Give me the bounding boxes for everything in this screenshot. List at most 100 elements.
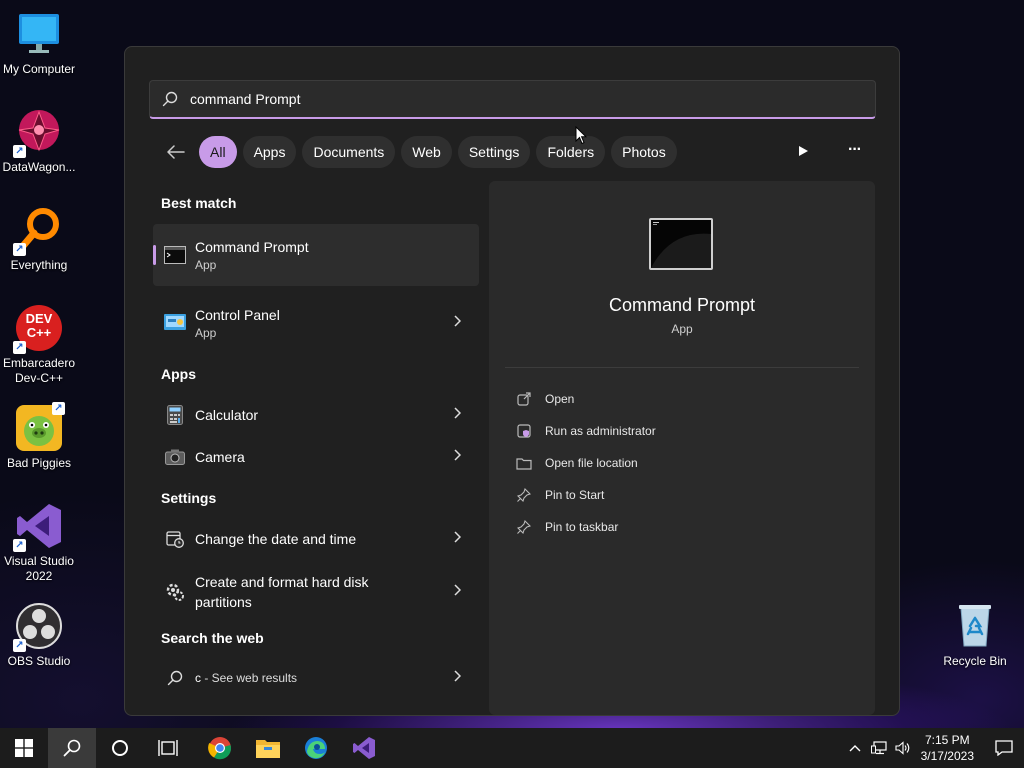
admin-shield-icon bbox=[515, 424, 533, 438]
section-heading-apps: Apps bbox=[161, 366, 196, 382]
result-title: Command Prompt bbox=[195, 239, 309, 255]
pig-icon: ↗ bbox=[15, 402, 65, 452]
result-title: Change the date and time bbox=[195, 531, 357, 547]
taskbar-file-explorer[interactable] bbox=[244, 728, 292, 768]
shortcut-arrow-icon: ↗ bbox=[13, 341, 26, 354]
visual-studio-icon: ↗ bbox=[13, 502, 63, 552]
action-run-as-admin[interactable]: Run as administrator bbox=[515, 415, 656, 447]
taskbar-visual-studio[interactable] bbox=[340, 728, 388, 768]
section-heading-best-match: Best match bbox=[161, 195, 237, 211]
result-command-prompt[interactable]: Command Prompt App bbox=[153, 224, 479, 286]
action-label: Open file location bbox=[545, 456, 638, 470]
chevron-right-icon[interactable] bbox=[453, 583, 462, 601]
action-pin-to-taskbar[interactable]: Pin to taskbar bbox=[515, 511, 656, 543]
taskbar-edge[interactable] bbox=[292, 728, 340, 768]
preview-pane: Command Prompt App Open Run as administr… bbox=[489, 181, 875, 715]
cortana-button[interactable] bbox=[96, 728, 144, 768]
desktop-icon-my-computer[interactable]: My Computer bbox=[0, 10, 78, 77]
shortcut-arrow-icon: ↗ bbox=[13, 539, 26, 552]
filter-all[interactable]: All bbox=[199, 136, 237, 168]
search-icon bbox=[150, 91, 190, 107]
network-button[interactable] bbox=[867, 728, 891, 768]
show-hidden-icons-button[interactable] bbox=[843, 728, 867, 768]
control-panel-icon bbox=[163, 311, 187, 335]
taskbar: 7:15 PM 3/17/2023 bbox=[0, 728, 1024, 768]
taskbar-clock[interactable]: 7:15 PM 3/17/2023 bbox=[921, 732, 974, 764]
start-button[interactable] bbox=[0, 728, 48, 768]
desktop-icon-label: My Computer bbox=[2, 62, 76, 76]
devcpp-badge-text: DEV C++ bbox=[25, 311, 53, 340]
desktop-icon-recycle-bin[interactable]: Recycle Bin bbox=[936, 602, 1014, 669]
taskbar-chrome[interactable] bbox=[196, 728, 244, 768]
back-arrow-icon bbox=[167, 145, 185, 159]
speaker-icon bbox=[895, 741, 909, 755]
results-list: Best match Command Prompt App Control Pa… bbox=[153, 181, 479, 700]
chevron-right-icon[interactable] bbox=[453, 669, 462, 687]
calendar-clock-icon bbox=[163, 527, 187, 551]
action-open-file-location[interactable]: Open file location bbox=[515, 447, 656, 479]
task-view-icon bbox=[158, 740, 178, 756]
volume-button[interactable] bbox=[891, 728, 915, 768]
result-title: Camera bbox=[195, 449, 245, 465]
filter-documents[interactable]: Documents bbox=[302, 136, 396, 168]
desktop-icon-label: Embarcadero Dev-C++ bbox=[2, 356, 76, 385]
calculator-icon bbox=[163, 403, 187, 427]
taskbar-search-button[interactable] bbox=[48, 728, 96, 768]
result-title: Create and format hard disk partitions bbox=[195, 574, 369, 610]
shortcut-arrow-icon: ↗ bbox=[13, 243, 26, 256]
desktop-icon-devcpp[interactable]: DEV C++ ↗ Embarcadero Dev-C++ bbox=[0, 304, 78, 386]
desktop-icon-label: Visual Studio 2022 bbox=[4, 554, 74, 583]
filter-folders[interactable]: Folders bbox=[536, 136, 606, 168]
preview-subtitle: App bbox=[671, 322, 693, 336]
desktop-icon-bad-piggies[interactable]: ↗ Bad Piggies bbox=[0, 402, 78, 471]
search-box[interactable] bbox=[149, 80, 876, 119]
file-explorer-icon bbox=[256, 740, 280, 758]
clock-date: 3/17/2023 bbox=[920, 749, 974, 763]
command-prompt-large-icon bbox=[649, 218, 713, 270]
filter-settings[interactable]: Settings bbox=[457, 136, 531, 168]
action-label: Run as administrator bbox=[545, 424, 656, 438]
more-options-button[interactable]: ··· bbox=[848, 141, 862, 159]
desktop-icon-obs-studio[interactable]: ↗ OBS Studio bbox=[0, 602, 78, 669]
filter-web[interactable]: Web bbox=[401, 136, 452, 168]
command-prompt-icon bbox=[163, 243, 187, 267]
search-input[interactable] bbox=[190, 91, 790, 107]
action-open[interactable]: Open bbox=[515, 383, 656, 415]
desktop-icon-visual-studio[interactable]: ↗ Visual Studio 2022 bbox=[0, 502, 78, 584]
result-format-partitions[interactable]: Create and format hard disk partitions bbox=[153, 561, 479, 623]
action-pin-to-start[interactable]: Pin to Start bbox=[515, 479, 656, 511]
search-icon bbox=[63, 739, 81, 757]
result-calculator[interactable]: Calculator bbox=[153, 393, 479, 437]
chevron-up-icon bbox=[849, 745, 861, 752]
recycle-bin-icon bbox=[951, 602, 999, 650]
chevron-right-icon[interactable] bbox=[453, 314, 462, 332]
result-camera[interactable]: Camera bbox=[153, 435, 479, 479]
chevron-right-icon[interactable] bbox=[453, 448, 462, 466]
result-title: Control Panel bbox=[195, 307, 280, 323]
task-view-button[interactable] bbox=[144, 728, 192, 768]
preview-title: Command Prompt bbox=[608, 295, 756, 315]
chevron-right-icon[interactable] bbox=[453, 406, 462, 424]
result-change-date-time[interactable]: Change the date and time bbox=[153, 517, 479, 561]
section-heading-search-web: Search the web bbox=[161, 630, 264, 646]
mouse-cursor-icon bbox=[575, 125, 588, 150]
edge-icon bbox=[305, 737, 327, 759]
play-button[interactable] bbox=[797, 141, 811, 161]
desktop-icon-datawagon[interactable]: ↗ DataWagon... bbox=[0, 108, 78, 175]
notifications-button[interactable] bbox=[984, 728, 1024, 768]
shortcut-arrow-icon: ↗ bbox=[13, 145, 26, 158]
desktop-icon-everything[interactable]: ↗ Everything bbox=[0, 206, 78, 273]
result-subtitle: App bbox=[195, 258, 217, 272]
filter-apps[interactable]: Apps bbox=[242, 136, 297, 168]
chevron-right-icon[interactable] bbox=[453, 530, 462, 548]
back-arrow-button[interactable] bbox=[163, 136, 189, 168]
pin-icon bbox=[515, 488, 533, 502]
action-label: Open bbox=[545, 392, 575, 406]
shortcut-arrow-icon: ↗ bbox=[52, 402, 65, 415]
result-web-search[interactable]: c - See web results bbox=[153, 656, 479, 700]
magnifier-icon: ↗ bbox=[13, 206, 63, 256]
desktop-icon-label: Recycle Bin bbox=[943, 654, 1007, 668]
folder-icon bbox=[515, 457, 533, 470]
filter-photos[interactable]: Photos bbox=[611, 136, 677, 168]
result-control-panel[interactable]: Control Panel App bbox=[153, 292, 479, 354]
